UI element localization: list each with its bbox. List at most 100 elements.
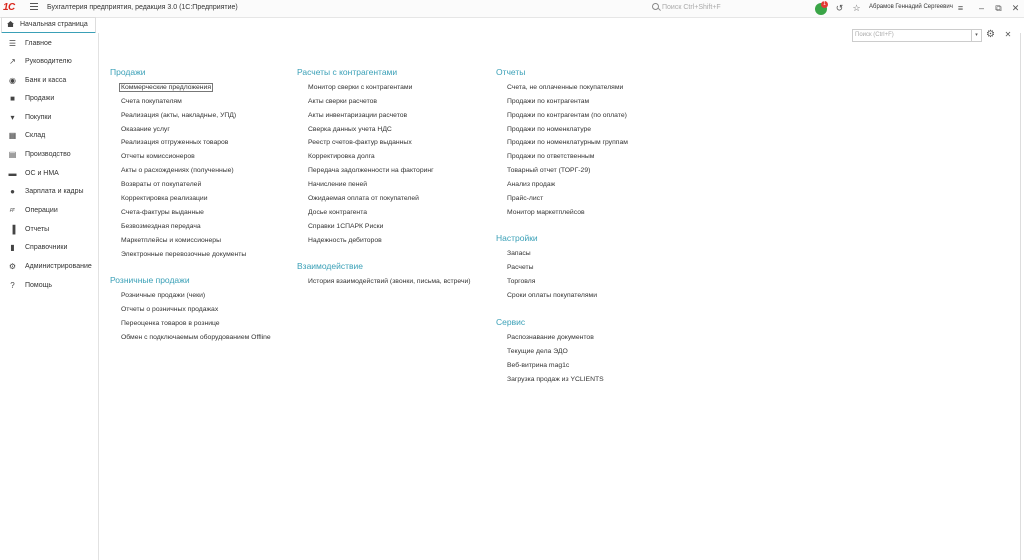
link-sales-docs[interactable]: Реализация (акты, накладные, УПД) <box>121 112 236 119</box>
sidebar-item-label: Покупки <box>25 114 52 121</box>
section-search-placeholder: Поиск (Ctrl+F) <box>855 32 894 38</box>
sidebar-item-assets[interactable]: ▬ ОС и НМА <box>0 165 98 182</box>
sidebar-item-purchases[interactable]: ▾ Покупки <box>0 109 98 126</box>
app-title: Бухгалтерия предприятия, редакция 3.0 (1… <box>47 4 238 11</box>
link-stocks[interactable]: Запасы <box>507 250 531 257</box>
favorites-star-icon[interactable]: ☆ <box>851 3 862 14</box>
link-penalties[interactable]: Начисление пеней <box>308 181 367 188</box>
sidebar-item-manager[interactable]: ↗ Руководителю <box>0 53 98 70</box>
link-vat-reconciliation[interactable]: Сверка данных учета НДС <box>308 126 392 133</box>
link-reconciliation-monitor[interactable]: Монитор сверки с контрагентами <box>308 84 412 91</box>
sidebar-item-label: Отчеты <box>25 226 50 233</box>
settlements-section-heading: Расчеты с контрагентами <box>297 67 398 77</box>
notifications-icon[interactable]: 1 <box>815 1 828 15</box>
settings-section-heading: Настройки <box>496 233 538 243</box>
sidebar-item-catalogs[interactable]: ▮ Справочники <box>0 239 98 256</box>
link-price-list[interactable]: Прайс-лист <box>507 195 543 202</box>
link-trade[interactable]: Торговля <box>507 278 535 285</box>
sidebar-item-bank[interactable]: ◉ Банк и касса <box>0 72 98 89</box>
restore-icon[interactable]: ⧉ <box>993 3 1004 14</box>
link-e-transport-docs[interactable]: Электронные перевозочные документы <box>121 251 246 258</box>
link-yclients-import[interactable]: Загрузка продаж из YCLIENTS <box>507 376 604 383</box>
section-close-icon[interactable]: ✕ <box>1003 29 1013 40</box>
link-sales-by-counterparty-paid[interactable]: Продажи по контрагентам (по оплате) <box>507 112 627 119</box>
link-issued-invoices[interactable]: Счета-фактуры выданные <box>121 209 204 216</box>
sidebar-item-payroll[interactable]: ● Зарплата и кадры <box>0 183 98 200</box>
link-settlements-settings[interactable]: Расчеты <box>507 264 534 271</box>
truck-icon: ▬ <box>8 169 17 178</box>
coin-icon: ◉ <box>9 76 16 85</box>
sidebar-item-help[interactable]: ? Помощь <box>0 277 98 294</box>
link-doc-recognition[interactable]: Распознавание документов <box>507 334 594 341</box>
link-unpaid-invoices[interactable]: Счета, не оплаченные покупателями <box>507 84 623 91</box>
gear-icon: ⚙ <box>8 262 17 271</box>
sidebar-item-label: Справочники <box>25 244 68 251</box>
link-customer-returns[interactable]: Возвраты от покупателей <box>121 181 201 188</box>
factory-icon: ▤ <box>8 150 17 159</box>
link-sales-by-responsible[interactable]: Продажи по ответственным <box>507 153 594 160</box>
link-offline-exchange[interactable]: Обмен с подключаемым оборудованием Offli… <box>121 334 271 341</box>
search-dropdown-icon[interactable]: ▾ <box>971 30 981 41</box>
sidebar-item-reports[interactable]: ▐ Отчеты <box>0 221 98 238</box>
close-window-icon[interactable]: ✕ <box>1010 3 1021 14</box>
link-retail-receipts[interactable]: Розничные продажи (чеки) <box>121 292 205 299</box>
link-web-showcase[interactable]: Веб-витрина mag1c <box>507 362 569 369</box>
minimize-icon[interactable]: – <box>976 3 987 14</box>
link-commissioner-reports[interactable]: Отчеты комиссионеров <box>121 153 195 160</box>
cart-icon: ▾ <box>10 113 15 122</box>
sidebar-item-main[interactable]: ☰ Главное <box>0 35 98 52</box>
link-invoice-register[interactable]: Реестр счетов-фактур выданных <box>308 139 412 146</box>
settings-menu-icon[interactable]: ≡ <box>955 3 966 14</box>
link-free-transfer[interactable]: Безвозмездная передача <box>121 223 201 230</box>
link-interaction-history[interactable]: История взаимодействий (звонки, письма, … <box>308 278 471 285</box>
link-shipped-goods[interactable]: Реализация отгруженных товаров <box>121 139 228 146</box>
link-customer-invoices[interactable]: Счета покупателям <box>121 98 182 105</box>
link-torg29[interactable]: Товарный отчет (ТОРГ-29) <box>507 167 590 174</box>
sidebar-item-operations[interactable]: дт Операции <box>0 202 98 219</box>
user-name[interactable]: Абрамов Геннадий Сергеевич <box>869 4 953 10</box>
tab-home[interactable]: Начальная страница <box>1 17 96 34</box>
link-debtor-reliability[interactable]: Надежность дебиторов <box>308 237 382 244</box>
link-sales-by-counterparty[interactable]: Продажи по контрагентам <box>507 98 589 105</box>
link-expected-payment[interactable]: Ожидаемая оплата от покупателей <box>308 195 419 202</box>
link-sales-adjustment[interactable]: Корректировка реализации <box>121 195 208 202</box>
link-sales-analysis[interactable]: Анализ продаж <box>507 181 555 188</box>
trend-icon: ↗ <box>9 57 16 66</box>
notification-badge: 1 <box>821 1 828 8</box>
interaction-section-heading: Взаимодействие <box>297 261 363 271</box>
content-border <box>1020 33 1021 560</box>
sidebar-item-sales[interactable]: ■ Продажи <box>0 90 98 107</box>
house-icon <box>7 21 14 27</box>
sidebar: ☰ Главное ↗ Руководителю ◉ Банк и касса ■ Пр… <box>0 33 99 560</box>
link-commercial-offers[interactable]: Коммерческие предложения <box>118 83 214 92</box>
link-retail-revaluation[interactable]: Переоценка товаров в рознице <box>121 320 220 327</box>
sidebar-item-admin[interactable]: ⚙ Администрирование <box>0 258 98 275</box>
sidebar-item-production[interactable]: ▤ Производство <box>0 146 98 163</box>
link-counterparty-dossier[interactable]: Досье контрагента <box>308 209 367 216</box>
link-payment-terms[interactable]: Сроки оплаты покупателями <box>507 292 597 299</box>
link-inventory-acts[interactable]: Акты инвентаризации расчетов <box>308 112 407 119</box>
link-spark-risks[interactable]: Справки 1СПАРК Риски <box>308 223 383 230</box>
main-menu-icon[interactable] <box>30 3 38 11</box>
sidebar-item-label: Склад <box>25 132 46 139</box>
link-sales-by-item[interactable]: Продажи по номенклатуре <box>507 126 591 133</box>
link-factoring[interactable]: Передача задолженности на факторинг <box>308 167 434 174</box>
history-icon[interactable]: ↺ <box>834 3 845 14</box>
section-search-input[interactable]: Поиск (Ctrl+F) ▾ <box>852 29 982 42</box>
retail-section-heading: Розничные продажи <box>110 275 190 285</box>
sidebar-item-warehouse[interactable]: ▦ Склад <box>0 127 98 144</box>
link-marketplaces[interactable]: Маркетплейсы и комиссионеры <box>121 237 221 244</box>
link-edo-tasks[interactable]: Текущие дела ЭДО <box>507 348 568 355</box>
link-reconciliation-acts[interactable]: Акты сверки расчетов <box>308 98 377 105</box>
sidebar-item-label: Администрирование <box>25 263 92 270</box>
link-debt-adjustment[interactable]: Корректировка долга <box>308 153 375 160</box>
section-settings-gear-icon[interactable]: ⚙ <box>985 29 996 40</box>
sidebar-item-label: Помощь <box>25 282 53 289</box>
global-search-input[interactable]: Поиск Ctrl+Shift+F <box>651 3 806 14</box>
link-marketplace-monitor[interactable]: Монитор маркетплейсов <box>507 209 585 216</box>
link-sales-by-item-group[interactable]: Продажи по номенклатурным группам <box>507 139 628 146</box>
link-discrepancy-acts[interactable]: Акты о расхождениях (полученные) <box>121 167 234 174</box>
link-services[interactable]: Оказание услуг <box>121 126 170 133</box>
sales-section-heading: Продажи <box>110 67 146 77</box>
link-retail-reports[interactable]: Отчеты о розничных продажах <box>121 306 218 313</box>
